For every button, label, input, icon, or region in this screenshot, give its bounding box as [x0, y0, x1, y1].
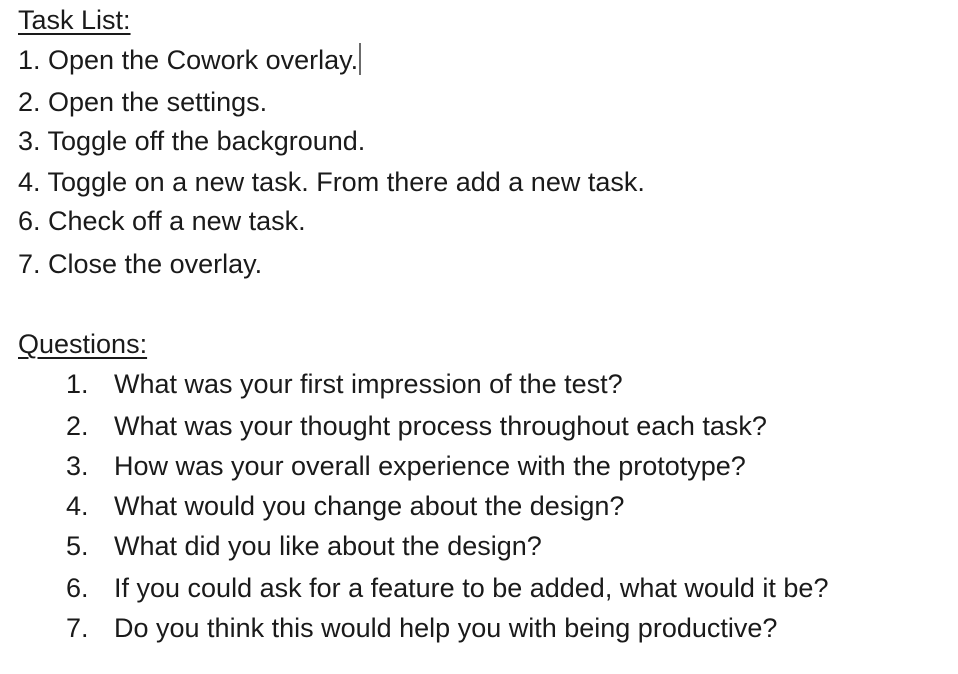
- task-list-heading: Task List:: [18, 5, 131, 35]
- question-text: What was your thought process throughout…: [114, 411, 767, 441]
- question-number: 5.: [66, 531, 89, 561]
- question-text: What would you change about the design?: [114, 491, 625, 521]
- question-text: What did you like about the design?: [114, 531, 542, 561]
- task-item[interactable]: 1. Open the Cowork overlay.: [18, 40, 362, 80]
- text-cursor: [359, 43, 362, 75]
- questions-heading: Questions:: [18, 329, 148, 359]
- question-number: 4.: [66, 491, 89, 521]
- task-item[interactable]: 6. Check off a new task.: [18, 201, 306, 241]
- question-number: 3.: [66, 451, 89, 481]
- question-number: 7.: [66, 613, 89, 643]
- task-item[interactable]: 4. Toggle on a new task. From there add …: [18, 162, 645, 202]
- question-text: If you could ask for a feature to be add…: [114, 573, 829, 603]
- task-item[interactable]: 7. Close the overlay.: [18, 244, 262, 284]
- task-item[interactable]: 3. Toggle off the background.: [18, 121, 365, 161]
- question-number: 6.: [66, 573, 89, 603]
- question-number: 1.: [66, 369, 89, 399]
- question-text: How was your overall experience with the…: [114, 451, 746, 481]
- task-item-text: 1. Open the Cowork overlay.: [18, 45, 359, 75]
- question-text: Do you think this would help you with be…: [114, 613, 778, 643]
- question-text: What was your first impression of the te…: [114, 369, 623, 399]
- question-number: 2.: [66, 411, 89, 441]
- document-page[interactable]: Task List: 1. Open the Cowork overlay. 2…: [0, 0, 958, 674]
- task-item[interactable]: 2. Open the settings.: [18, 82, 267, 122]
